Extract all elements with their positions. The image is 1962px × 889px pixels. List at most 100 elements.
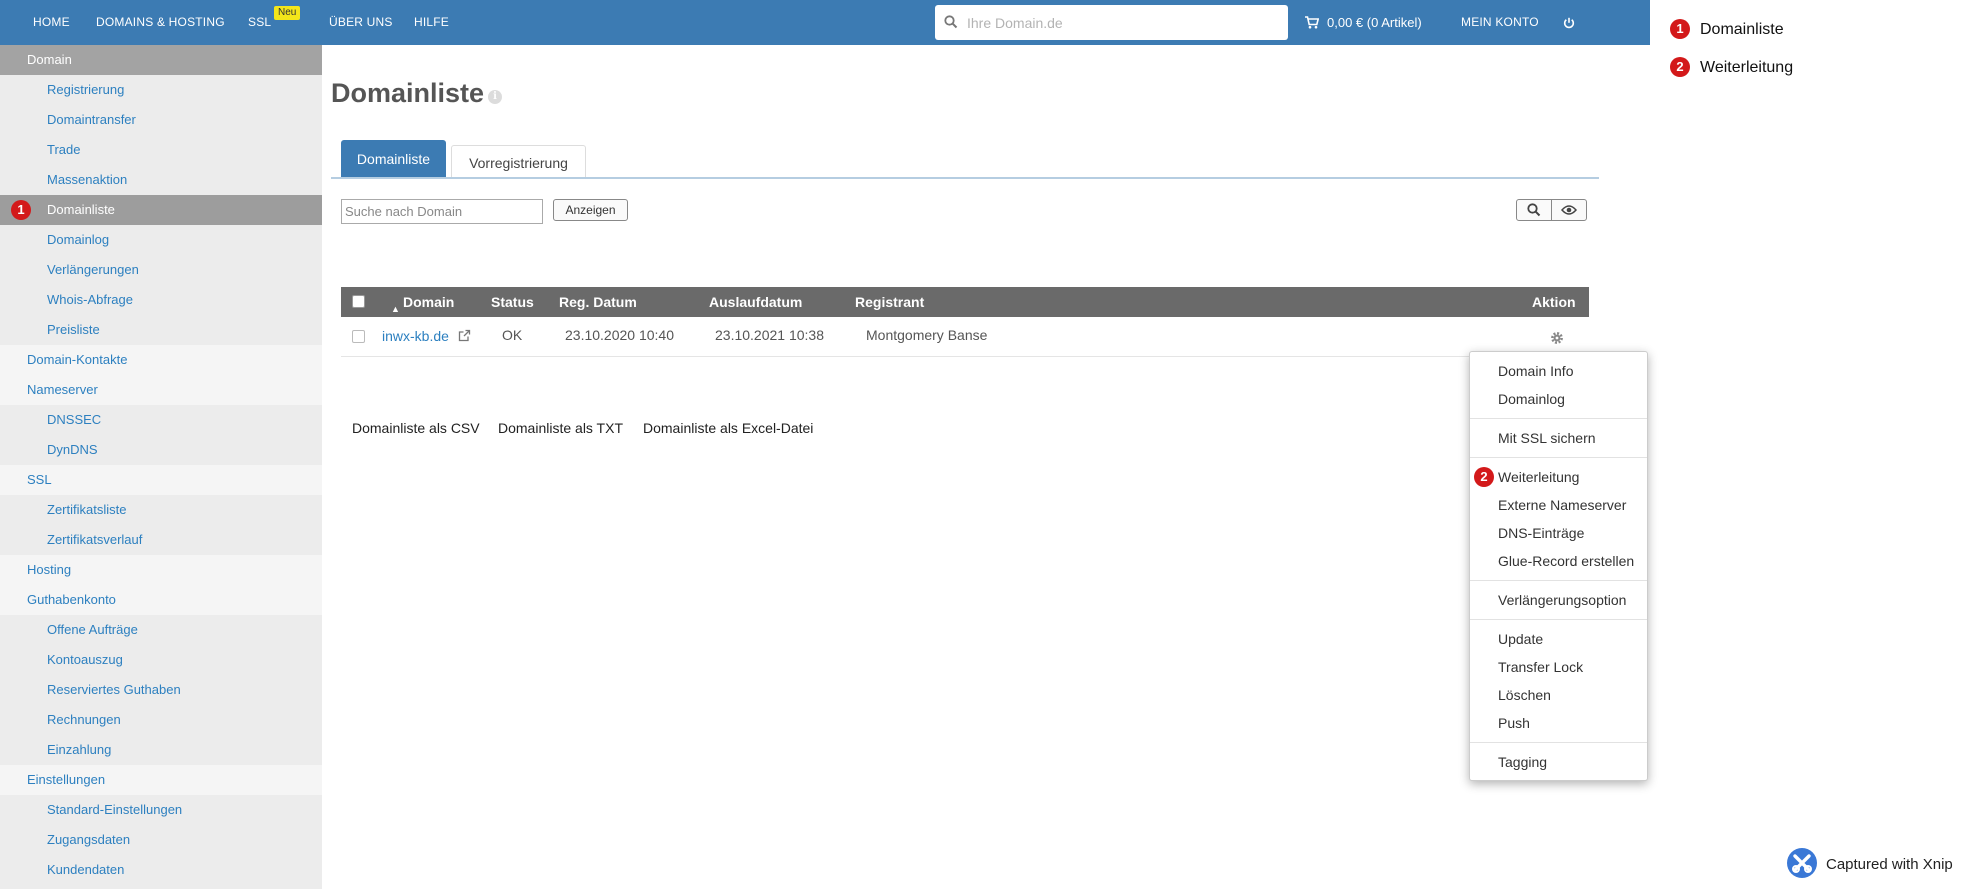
xnip-logo-icon: [1787, 848, 1817, 878]
row-checkbox[interactable]: [352, 330, 365, 343]
gear-icon[interactable]: [1550, 331, 1564, 348]
sidebar-item-guthabenkonto[interactable]: Guthabenkonto: [0, 585, 322, 615]
view-toggle-button[interactable]: [1551, 199, 1587, 221]
sidebar-item-hosting[interactable]: Hosting: [0, 555, 322, 585]
sidebar-item-nameserver[interactable]: Nameserver: [0, 375, 322, 405]
sidebar-item-zertifikatsverlauf[interactable]: Zertifikatsverlauf: [0, 525, 322, 555]
col-status[interactable]: Status: [491, 287, 534, 317]
menu-item-domainlog[interactable]: Domainlog: [1498, 389, 1565, 409]
step-badge-1: 1: [11, 200, 31, 220]
export-excel-link[interactable]: Domainliste als Excel-Datei: [643, 420, 813, 436]
sidebar-item-reserviertes-guthaben[interactable]: Reserviertes Guthaben: [0, 675, 322, 705]
domain-search-input[interactable]: [967, 11, 1277, 34]
sidebar-item-zertifikatsliste[interactable]: Zertifikatsliste: [0, 495, 322, 525]
sidebar-item-verlaengerungen[interactable]: Verlängerungen: [0, 255, 322, 285]
menu-divider: [1470, 742, 1647, 743]
tab-domainliste[interactable]: Domainliste: [341, 140, 446, 178]
sidebar-item-domaintransfer[interactable]: Domaintransfer: [0, 105, 322, 135]
show-button[interactable]: Anzeigen: [553, 199, 628, 221]
menu-item-tagging[interactable]: Tagging: [1498, 752, 1547, 772]
sidebar-item-registrierung[interactable]: Registrierung: [0, 75, 322, 105]
nav-domains-hosting[interactable]: Domains & Hosting: [96, 0, 225, 45]
sidebar: Domain Registrierung Domaintransfer Trad…: [0, 45, 322, 889]
domain-search-box: [935, 5, 1288, 40]
sidebar-item-trade[interactable]: Trade: [0, 135, 322, 165]
nav-my-account[interactable]: Mein Konto: [1461, 0, 1539, 45]
nav-help[interactable]: Hilfe: [414, 0, 449, 45]
menu-item-push[interactable]: Push: [1498, 713, 1530, 733]
menu-item-loeschen[interactable]: Löschen: [1498, 685, 1551, 705]
domain-status: OK: [502, 327, 523, 343]
sidebar-item-einstellungen[interactable]: Einstellungen: [0, 765, 322, 795]
menu-divider: [1470, 619, 1647, 620]
menu-item-externe-nameserver[interactable]: Externe Nameserver: [1498, 495, 1626, 515]
sidebar-item-domainliste[interactable]: 1 Domainliste: [0, 195, 322, 225]
nav-about[interactable]: Über uns: [329, 0, 393, 45]
page-title: Domainliste i: [331, 78, 503, 109]
domain-filter-input[interactable]: [341, 199, 543, 224]
domain-name: inwx-kb.de: [382, 328, 449, 344]
cart-button[interactable]: 0,00 € (0 Artikel): [1305, 0, 1422, 45]
sidebar-item-zugangsdaten[interactable]: Zugangsdaten: [0, 825, 322, 855]
top-navigation: Home Domains & Hosting SSL Neu Über uns …: [0, 0, 1650, 45]
col-registrant[interactable]: Registrant: [855, 287, 924, 317]
nav-ssl[interactable]: SSL: [248, 0, 271, 45]
step-badge-2: 2: [1474, 467, 1494, 487]
legend-badge: 2: [1670, 57, 1690, 77]
table-row: inwx-kb.de OK 23.10.2020 10:40 23.10.202…: [341, 317, 1589, 357]
sort-asc-icon: ▲: [391, 304, 400, 314]
menu-item-transfer-lock[interactable]: Transfer Lock: [1498, 657, 1583, 677]
sidebar-item-dyndns[interactable]: DynDNS: [0, 435, 322, 465]
col-reg-datum[interactable]: Reg. Datum: [559, 287, 637, 317]
search-toggle-button[interactable]: [1516, 199, 1552, 221]
table-header: ▲ Domain Status Reg. Datum Auslaufdatum …: [341, 287, 1589, 317]
external-link-icon[interactable]: [458, 329, 471, 342]
sidebar-item-label: Domainliste: [47, 202, 115, 217]
logout-power-icon[interactable]: [1563, 16, 1575, 34]
legend-badge: 1: [1670, 19, 1690, 39]
sidebar-item-rechnungen[interactable]: Rechnungen: [0, 705, 322, 735]
sidebar-item-ssl[interactable]: SSL: [0, 465, 322, 495]
menu-item-weiterleitung[interactable]: Weiterleitung: [1498, 467, 1579, 487]
menu-item-mit-ssl-sichern[interactable]: Mit SSL sichern: [1498, 428, 1596, 448]
sidebar-item-domain-kontakte[interactable]: Domain-Kontakte: [0, 345, 322, 375]
sidebar-item-massenaktion[interactable]: Massenaktion: [0, 165, 322, 195]
domain-link[interactable]: inwx-kb.de: [382, 328, 471, 344]
sidebar-item-preisliste[interactable]: Preisliste: [0, 315, 322, 345]
tab-vorregistrierung[interactable]: Vorregistrierung: [451, 145, 586, 178]
sidebar-item-offene-auftraege[interactable]: Offene Aufträge: [0, 615, 322, 645]
export-csv-link[interactable]: Domainliste als CSV: [352, 420, 480, 436]
sidebar-item-dnssec[interactable]: DNSSEC: [0, 405, 322, 435]
export-txt-link[interactable]: Domainliste als TXT: [498, 420, 623, 436]
col-domain[interactable]: Domain: [403, 287, 454, 317]
sidebar-item-kundendaten[interactable]: Kundendaten: [0, 855, 322, 885]
col-auslaufdatum[interactable]: Auslaufdatum: [709, 287, 802, 317]
menu-divider: [1470, 418, 1647, 419]
xnip-watermark: Captured with Xnip: [1786, 847, 1953, 879]
info-icon[interactable]: i: [488, 90, 503, 104]
sidebar-header-domain[interactable]: Domain: [0, 45, 322, 75]
menu-divider: [1470, 457, 1647, 458]
menu-item-update[interactable]: Update: [1498, 629, 1543, 649]
menu-item-domain-info[interactable]: Domain Info: [1498, 361, 1573, 381]
col-aktion: Aktion: [1532, 294, 1576, 310]
sidebar-item-kontoauszug[interactable]: Kontoauszug: [0, 645, 322, 675]
menu-item-dns-eintraege[interactable]: DNS-Einträge: [1498, 523, 1584, 543]
search-icon: [1527, 203, 1541, 217]
sidebar-item-standard-einstellungen[interactable]: Standard-Einstellungen: [0, 795, 322, 825]
tabs-divider: [331, 177, 1599, 179]
sidebar-item-domainlog[interactable]: Domainlog: [0, 225, 322, 255]
menu-divider: [1470, 580, 1647, 581]
sidebar-item-whois-abfrage[interactable]: Whois-Abfrage: [0, 285, 322, 315]
legend-item-1: 1 Domainliste: [1670, 19, 1784, 41]
domain-reg-date: 23.10.2020 10:40: [565, 327, 674, 343]
menu-item-verlaengerungsoption[interactable]: Verlängerungsoption: [1498, 590, 1626, 610]
cart-icon: [1305, 16, 1320, 29]
sidebar-item-einzahlung[interactable]: Einzahlung: [0, 735, 322, 765]
cart-label: 0,00 € (0 Artikel): [1327, 15, 1422, 30]
menu-item-glue-record[interactable]: Glue-Record erstellen: [1498, 551, 1634, 571]
select-all-checkbox[interactable]: [352, 295, 365, 308]
domain-expiry-date: 23.10.2021 10:38: [715, 327, 824, 343]
nav-home[interactable]: Home: [33, 0, 70, 45]
legend-label: Domainliste: [1700, 21, 1784, 38]
